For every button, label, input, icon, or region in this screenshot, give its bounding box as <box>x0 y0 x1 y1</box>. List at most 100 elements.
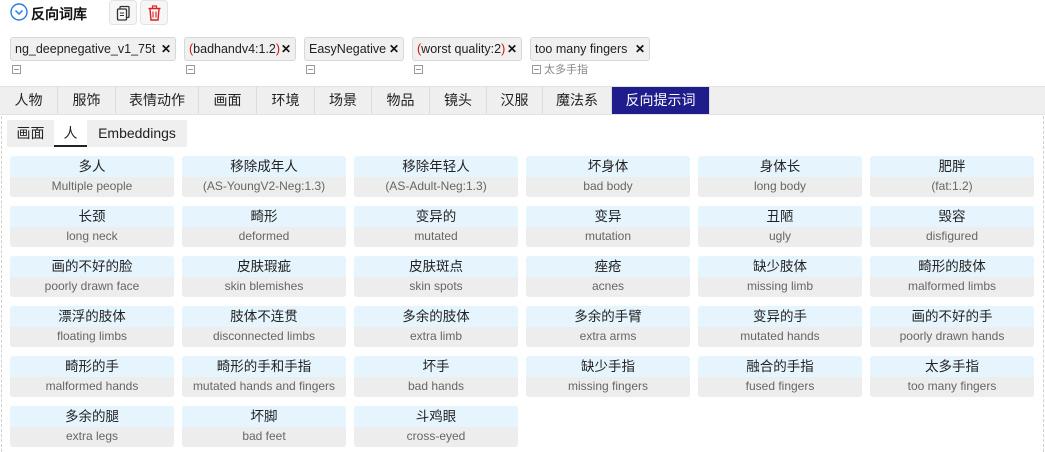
card-english-label: (fat:1.2) <box>870 177 1034 197</box>
card-english-label: mutation <box>526 227 690 247</box>
prompt-card[interactable]: 毁容 disfigured <box>870 206 1034 247</box>
card-english-label: mutated <box>354 227 518 247</box>
tag-paren-close: ) <box>501 42 506 56</box>
tag-body: badhandv4:1.2 <box>193 42 276 56</box>
tag-translation[interactable]: 太多手指 <box>532 64 588 77</box>
prompt-card[interactable]: 肥胖 (fat:1.2) <box>870 156 1034 197</box>
card-chinese-label: 变异的手 <box>698 306 862 327</box>
card-chinese-label: 太多手指 <box>870 356 1034 377</box>
content-panel: 画面人 Embeddings 多人 Multiple people 移除成年人 (AS-… <box>1 116 1044 452</box>
prompt-card[interactable]: 坏脚 bad feet <box>182 406 346 447</box>
prompt-card[interactable]: 痤疮 acnes <box>526 256 690 297</box>
delete-button[interactable] <box>140 0 168 25</box>
prompt-card[interactable]: 畸形的手 malformed hands <box>10 356 174 397</box>
tag-chip[interactable]: (badhandv4:1.2) ✕ <box>184 37 296 61</box>
category-tab[interactable]: 表情动作 <box>116 87 199 114</box>
prompt-card[interactable]: 皮肤瑕疵 skin blemishes <box>182 256 346 297</box>
prompt-card[interactable]: 斗鸡眼 cross-eyed <box>354 406 518 447</box>
category-tab[interactable]: 服饰 <box>58 87 116 114</box>
prompt-card[interactable]: 缺少手指 missing fingers <box>526 356 690 397</box>
category-tab[interactable]: 画面 <box>199 87 257 114</box>
close-icon[interactable]: ✕ <box>281 38 291 60</box>
prompt-card[interactable]: 长颈 long neck <box>10 206 174 247</box>
sub-tab[interactable]: 人 <box>54 120 87 147</box>
prompt-card[interactable]: 多余的手臂 extra arms <box>526 306 690 347</box>
prompt-card[interactable]: 移除成年人 (AS-YoungV2-Neg:1.3) <box>182 156 346 197</box>
tag-paren-close: ) <box>275 42 281 56</box>
prompt-card[interactable]: 皮肤斑点 skin spots <box>354 256 518 297</box>
card-english-label: bad body <box>526 177 690 197</box>
category-tab[interactable]: 汉服 <box>487 87 543 114</box>
prompt-card[interactable]: 移除年轻人 (AS-Adult-Neg:1.3) <box>354 156 518 197</box>
prompt-card[interactable]: 融合的手指 fused fingers <box>698 356 862 397</box>
prompt-card[interactable]: 变异 mutation <box>526 206 690 247</box>
prompt-card[interactable]: 变异的 mutated <box>354 206 518 247</box>
card-chinese-label: 缺少手指 <box>526 356 690 377</box>
close-icon[interactable]: ✕ <box>389 38 399 60</box>
category-tab[interactable]: 魔法系 <box>543 87 612 114</box>
tag-chip[interactable]: too many fingers ✕ <box>530 37 650 61</box>
prompt-card[interactable]: 画的不好的手 poorly drawn hands <box>870 306 1034 347</box>
card-english-label: extra limb <box>354 327 518 347</box>
tag-translation[interactable] <box>306 64 318 77</box>
card-chinese-label: 毁容 <box>870 206 1034 227</box>
prompt-card[interactable]: 漂浮的肢体 floating limbs <box>10 306 174 347</box>
prompt-card[interactable]: 畸形的手和手指 mutated hands and fingers <box>182 356 346 397</box>
trash-icon <box>148 5 161 21</box>
category-tab[interactable]: 场景 <box>315 87 372 114</box>
sub-tabs: 画面人 Embeddings <box>7 120 187 147</box>
prompt-card[interactable]: 变异的手 mutated hands <box>698 306 862 347</box>
prompt-card[interactable]: 坏身体 bad body <box>526 156 690 197</box>
tag-translation[interactable] <box>414 64 426 77</box>
card-chinese-label: 畸形的肢体 <box>870 256 1034 277</box>
close-icon[interactable]: ✕ <box>161 38 171 60</box>
card-english-label: Multiple people <box>10 177 174 197</box>
tag-chip[interactable]: EasyNegative ✕ <box>304 37 404 61</box>
tag-translation[interactable] <box>186 64 198 77</box>
card-chinese-label: 肥胖 <box>870 156 1034 177</box>
prompt-card[interactable]: 画的不好的脸 poorly drawn face <box>10 256 174 297</box>
card-english-label: missing limb <box>698 277 862 297</box>
card-chinese-label: 移除年轻人 <box>354 156 518 177</box>
tag-text: (badhandv4:1.2) <box>189 42 280 56</box>
edit-icon <box>186 65 195 74</box>
card-chinese-label: 缺少肢体 <box>698 256 862 277</box>
card-english-label: mutated hands <box>698 327 862 347</box>
close-icon[interactable]: ✕ <box>635 38 645 60</box>
card-chinese-label: 长颈 <box>10 206 174 227</box>
prompt-card[interactable]: 多人 Multiple people <box>10 156 174 197</box>
prompt-card[interactable]: 肢体不连贯 disconnected limbs <box>182 306 346 347</box>
prompt-card[interactable]: 身体长 long body <box>698 156 862 197</box>
card-chinese-label: 漂浮的肢体 <box>10 306 174 327</box>
category-tab[interactable]: 物品 <box>372 87 430 114</box>
sub-tab[interactable]: 画面 <box>7 120 54 147</box>
tag-chip[interactable]: (worst quality:2) ✕ <box>412 37 522 61</box>
tag-translation[interactable] <box>12 64 24 77</box>
card-english-label: (AS-YoungV2-Neg:1.3) <box>182 177 346 197</box>
category-tab[interactable]: 反向提示词 <box>612 87 710 114</box>
close-icon[interactable]: ✕ <box>507 38 517 60</box>
tag-text: too many fingers <box>535 42 628 56</box>
prompt-card[interactable]: 畸形 deformed <box>182 206 346 247</box>
card-chinese-label: 多人 <box>10 156 174 177</box>
tag-chip[interactable]: ng_deepnegative_v1_75t ✕ <box>10 37 176 61</box>
edit-icon <box>306 65 315 74</box>
chevron-down-icon[interactable] <box>10 3 28 21</box>
category-tab[interactable]: 环境 <box>257 87 315 114</box>
prompt-card[interactable]: 多余的腿 extra legs <box>10 406 174 447</box>
prompt-card[interactable]: 坏手 bad hands <box>354 356 518 397</box>
prompt-card[interactable]: 畸形的肢体 malformed limbs <box>870 256 1034 297</box>
sub-tab[interactable]: Embeddings <box>87 120 187 147</box>
prompt-card[interactable]: 缺少肢体 missing limb <box>698 256 862 297</box>
category-tab[interactable]: 人物 <box>0 87 58 114</box>
copy-button[interactable] <box>109 0 137 25</box>
card-chinese-label: 畸形 <box>182 206 346 227</box>
card-english-label: extra arms <box>526 327 690 347</box>
card-chinese-label: 痤疮 <box>526 256 690 277</box>
prompt-card[interactable]: 多余的肢体 extra limb <box>354 306 518 347</box>
card-chinese-label: 多余的手臂 <box>526 306 690 327</box>
category-tab[interactable]: 镜头 <box>430 87 487 114</box>
prompt-card[interactable]: 丑陋 ugly <box>698 206 862 247</box>
prompt-card[interactable]: 太多手指 too many fingers <box>870 356 1034 397</box>
card-chinese-label: 斗鸡眼 <box>354 406 518 427</box>
